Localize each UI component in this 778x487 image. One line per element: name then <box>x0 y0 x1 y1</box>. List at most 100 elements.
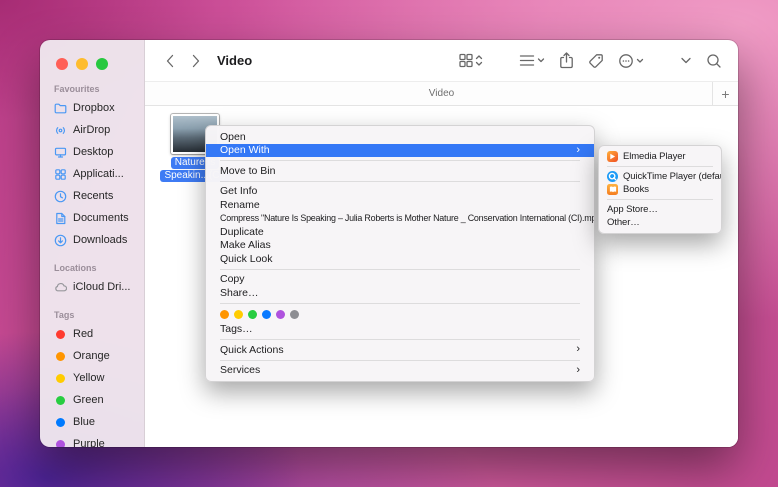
sidebar-item-tag-orange[interactable]: Orange <box>50 345 138 367</box>
green-tag-icon <box>56 396 65 405</box>
green-tag-dot[interactable] <box>248 310 257 319</box>
toolbar: Video <box>145 40 738 82</box>
sidebar-item-label: Downloads <box>73 234 127 246</box>
tab-label: Video <box>429 88 454 99</box>
menu-item-duplicate[interactable]: Duplicate <box>206 225 594 239</box>
menu-separator <box>220 303 580 304</box>
view-switcher-button[interactable] <box>459 53 483 68</box>
sidebar-item-tag-purple[interactable]: Purple <box>50 433 138 447</box>
submenu-item-app-store[interactable]: App Store… <box>599 203 721 216</box>
airdrop-icon <box>54 124 67 137</box>
sidebar-item-downloads[interactable]: Downloads <box>50 229 138 251</box>
tab-bar: Video + <box>145 82 738 106</box>
group-by-button[interactable] <box>519 53 545 68</box>
toolbar-dropdown-button[interactable] <box>680 57 692 65</box>
sidebar-item-label: Red <box>73 328 93 340</box>
menu-item-services[interactable]: Services › <box>206 364 594 378</box>
sidebar-item-recents[interactable]: Recents <box>50 185 138 207</box>
new-tab-button[interactable]: + <box>712 82 738 105</box>
back-button[interactable] <box>161 51 179 71</box>
sidebar-item-documents[interactable]: Documents <box>50 207 138 229</box>
menu-item-quick-look[interactable]: Quick Look <box>206 252 594 266</box>
menu-item-rename[interactable]: Rename <box>206 198 594 212</box>
sidebar-item-dropbox[interactable]: Dropbox <box>50 97 138 119</box>
sidebar-sections: Favourites Dropbox AirDrop Desktop Appli… <box>40 70 144 447</box>
sidebar-item-applications[interactable]: Applicati... <box>50 163 138 185</box>
minimize-button[interactable] <box>76 58 88 70</box>
sidebar-item-tag-red[interactable]: Red <box>50 323 138 345</box>
sidebar-item-label: Yellow <box>73 372 104 384</box>
window-controls <box>40 54 144 70</box>
group-by-icon <box>519 53 545 68</box>
elmedia-player-icon <box>607 151 618 162</box>
sidebar-item-label: iCloud Dri... <box>73 281 130 293</box>
menu-item-share[interactable]: Share… <box>206 286 594 300</box>
grid-view-icon <box>459 53 483 68</box>
menu-item-compress[interactable]: Compress "Nature Is Speaking – Julia Rob… <box>206 212 594 226</box>
sidebar-item-airdrop[interactable]: AirDrop <box>50 119 138 141</box>
sidebar-item-label: Dropbox <box>73 102 115 114</box>
forward-button[interactable] <box>187 51 205 71</box>
purple-tag-icon <box>56 440 65 448</box>
blue-tag-dot[interactable] <box>262 310 271 319</box>
cloud-icon <box>54 281 67 294</box>
menu-separator <box>607 166 713 167</box>
quicktime-player-icon <box>607 171 618 182</box>
grey-tag-dot[interactable] <box>290 310 299 319</box>
menu-separator <box>220 269 580 270</box>
menu-separator <box>607 199 713 200</box>
submenu-item-books[interactable]: Books <box>599 183 721 196</box>
document-icon <box>54 212 67 225</box>
search-button[interactable] <box>706 53 722 69</box>
purple-tag-dot[interactable] <box>276 310 285 319</box>
search-icon <box>706 53 722 69</box>
menu-item-get-info[interactable]: Get Info <box>206 185 594 199</box>
open-with-submenu: Elmedia Player QuickTime Player (default… <box>598 145 722 234</box>
menu-item-quick-actions[interactable]: Quick Actions › <box>206 343 594 357</box>
menu-separator <box>220 160 580 161</box>
sidebar-item-label: Green <box>73 394 104 406</box>
sidebar-item-label: Applicati... <box>73 168 124 180</box>
submenu-chevron-icon: › <box>576 145 580 156</box>
more-actions-button[interactable] <box>618 53 644 69</box>
tags-button[interactable] <box>588 53 604 69</box>
menu-item-copy[interactable]: Copy <box>206 273 594 287</box>
menu-separator <box>220 181 580 182</box>
submenu-item-elmedia-player[interactable]: Elmedia Player <box>599 150 721 163</box>
share-button[interactable] <box>559 52 574 69</box>
chevron-down-icon <box>680 57 692 65</box>
submenu-chevron-icon: › <box>576 365 580 376</box>
tag-icon <box>588 53 604 69</box>
red-tag-icon <box>56 330 65 339</box>
sidebar-item-tag-blue[interactable]: Blue <box>50 411 138 433</box>
orange-tag-icon <box>56 352 65 361</box>
desktop-icon <box>54 146 67 159</box>
window-title: Video <box>217 53 252 68</box>
download-icon <box>54 234 67 247</box>
sidebar-item-label: Purple <box>73 438 105 447</box>
sidebar: Favourites Dropbox AirDrop Desktop Appli… <box>40 40 145 447</box>
sidebar-item-tag-green[interactable]: Green <box>50 389 138 411</box>
sidebar-item-tag-yellow[interactable]: Yellow <box>50 367 138 389</box>
sidebar-item-label: Blue <box>73 416 95 428</box>
submenu-item-other[interactable]: Other… <box>599 216 721 229</box>
submenu-chevron-icon: › <box>576 344 580 355</box>
menu-separator <box>220 339 580 340</box>
yellow-tag-dot[interactable] <box>234 310 243 319</box>
sidebar-item-desktop[interactable]: Desktop <box>50 141 138 163</box>
menu-separator <box>220 360 580 361</box>
orange-tag-dot[interactable] <box>220 310 229 319</box>
submenu-item-quicktime-player[interactable]: QuickTime Player (default) <box>599 170 721 183</box>
menu-item-move-to-bin[interactable]: Move to Bin <box>206 164 594 178</box>
sidebar-item-icloud-drive[interactable]: iCloud Dri... <box>50 276 138 298</box>
zoom-button[interactable] <box>96 58 108 70</box>
menu-item-open[interactable]: Open <box>206 130 594 144</box>
menu-item-open-with[interactable]: Open With › <box>206 144 594 158</box>
share-icon <box>559 52 574 69</box>
menu-item-tags[interactable]: Tags… <box>206 323 594 337</box>
close-button[interactable] <box>56 58 68 70</box>
sidebar-item-label: AirDrop <box>73 124 110 136</box>
chevron-right-icon <box>191 53 201 69</box>
menu-item-make-alias[interactable]: Make Alias <box>206 239 594 253</box>
blue-tag-icon <box>56 418 65 427</box>
